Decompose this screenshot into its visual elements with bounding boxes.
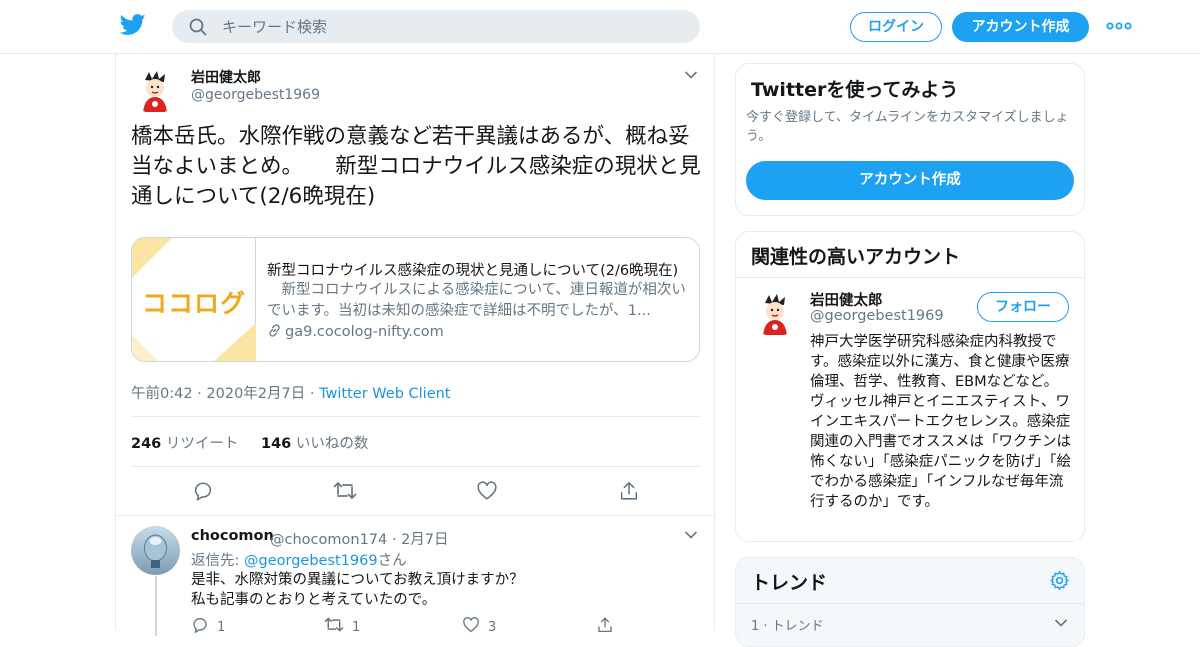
tweet-text: 橋本岳氏。水際作戦の意義など若干異議はあるが、概ね妥当なよいまとめ。 新型コロナ… [131,124,701,209]
retweet-count-label: リツイート [165,436,239,452]
related-avatar[interactable] [751,289,799,337]
settings-gear-icon[interactable] [1049,570,1070,591]
like-heart-icon [463,617,479,633]
reply-text-line: 私も記事のとおりと考えていたので。 [191,592,437,608]
reply-avatar[interactable] [131,526,180,575]
like-heart-icon[interactable] [476,480,498,502]
trends-title: トレンド [751,572,828,594]
search-box[interactable] [172,10,700,43]
tweet-client-link[interactable]: Twitter Web Client [319,386,450,402]
twitter-bird-icon[interactable] [120,14,146,36]
card-title: 新型コロナウイルス感染症の現状と見通しについて(2/6晩現在) [267,263,679,279]
replying-to-link[interactable]: @georgebest1969 [244,553,378,569]
related-accounts-title: 関連性の高いアカウント [751,246,961,268]
reply-retweet-action[interactable]: 1 [324,616,360,635]
divider [131,416,700,417]
top-bar: ログイン アカウント作成 [0,0,1200,54]
try-twitter-subtitle: 今すぐ登録して、タイムラインをカスタマイズしましょう。 [746,110,1069,144]
share-icon[interactable] [618,480,640,502]
retweet-count: 246 [131,436,162,452]
retweet-count-link[interactable]: 246 リツイート [131,436,238,452]
related-account-bio: 神戸大学医学研究科感染症内科教授です。感染症以外に漢方、食と健康や医療倫理、哲学… [810,334,1071,510]
related-accounts-box: 関連性の高いアカウント 岩田健太郎 @georgebest1969 フォロー 神… [735,231,1085,542]
card-description: 新型コロナウイルスによる感染症について、連日報道が相次いでいます。当初は未知の感… [267,282,686,319]
card-thumbnail: ココログ [132,238,256,361]
reply-text-line: 是非、水際対策の異議についてお教え頂けますか？ [191,572,524,588]
link-card[interactable]: ココログ 新型コロナウイルス感染症の現状と見通しについて(2/6晩現在) 新型コ… [131,237,700,362]
divider [131,466,700,467]
card-domain-text: ga9.cocolog-nifty.com [285,324,444,340]
reply-share-action[interactable] [596,616,622,635]
tweet-timestamp[interactable]: 午前0:42 · 2020年2月7日 [131,386,305,402]
login-button[interactable]: ログイン [850,12,942,42]
divider [736,277,1084,278]
search-icon [189,18,207,36]
reply-author-name[interactable]: chocomon [191,528,274,544]
reply-like-count: 3 [488,620,497,635]
trends-box: トレンド 1 · トレンド [735,557,1085,647]
reply-icon [193,618,207,634]
trend-item-label[interactable]: 1 · トレンド [751,615,824,634]
divider [116,515,714,516]
thread-line [155,576,157,636]
reply-reply-action[interactable]: 1 [191,616,225,635]
link-icon [269,324,280,337]
reply-reply-count: 1 [217,620,226,635]
signup-button[interactable]: アカウント作成 [952,12,1089,42]
main-column: 岩田健太郎 @georgebest1969 橋本岳氏。水際作戦の意義など若干異議… [115,54,715,636]
divider [736,603,1084,604]
search-input[interactable] [222,10,682,43]
try-twitter-box: Twitterを使ってみよう 今すぐ登録して、タイムラインをカスタマイズしましょ… [735,63,1085,216]
like-count: 146 [261,436,292,452]
reply-like-action[interactable]: 3 [462,616,496,635]
reply-text: 是非、水際対策の異議についてお教え頂けますか？ 私も記事のとおりと考えていたので… [191,570,524,610]
related-account-handle[interactable]: @georgebest1969 [810,308,944,324]
related-account-name[interactable]: 岩田健太郎 [810,289,883,310]
chevron-down-icon[interactable] [1054,618,1068,628]
reply-author-handle[interactable]: @chocomon174 · 2月7日 [270,528,449,549]
like-count-link[interactable]: 146 いいねの数 [261,436,368,452]
reply-retweet-count: 1 [352,620,361,635]
more-icon[interactable] [1106,20,1132,32]
try-twitter-title: Twitterを使ってみよう [751,79,959,101]
avatar[interactable] [131,66,179,114]
chevron-down-icon[interactable] [684,70,698,80]
retweet-icon [324,617,344,632]
like-count-label: いいねの数 [295,436,369,452]
meta-separator: · [305,386,320,402]
card-domain: ga9.cocolog-nifty.com [267,323,444,340]
author-handle[interactable]: @georgebest1969 [191,87,320,103]
replying-to-suffix: さん [377,553,407,569]
retweet-icon[interactable] [333,480,357,502]
author-name[interactable]: 岩田健太郎 [191,67,261,87]
cocolog-logo: ココログ [142,289,247,318]
replying-to-prefix: 返信先: [191,553,244,569]
follow-button[interactable]: フォロー [977,292,1069,322]
replying-to: 返信先: @georgebest1969さん [191,549,407,570]
chevron-down-icon[interactable] [684,530,698,540]
tweet-stats: 246 リツイート 146 いいねの数 [131,432,368,453]
share-icon [598,617,612,633]
reply-icon[interactable] [192,480,214,502]
sidebar-signup-button[interactable]: アカウント作成 [746,161,1074,200]
tweet-meta: 午前0:42 · 2020年2月7日 · Twitter Web Client [131,382,450,403]
